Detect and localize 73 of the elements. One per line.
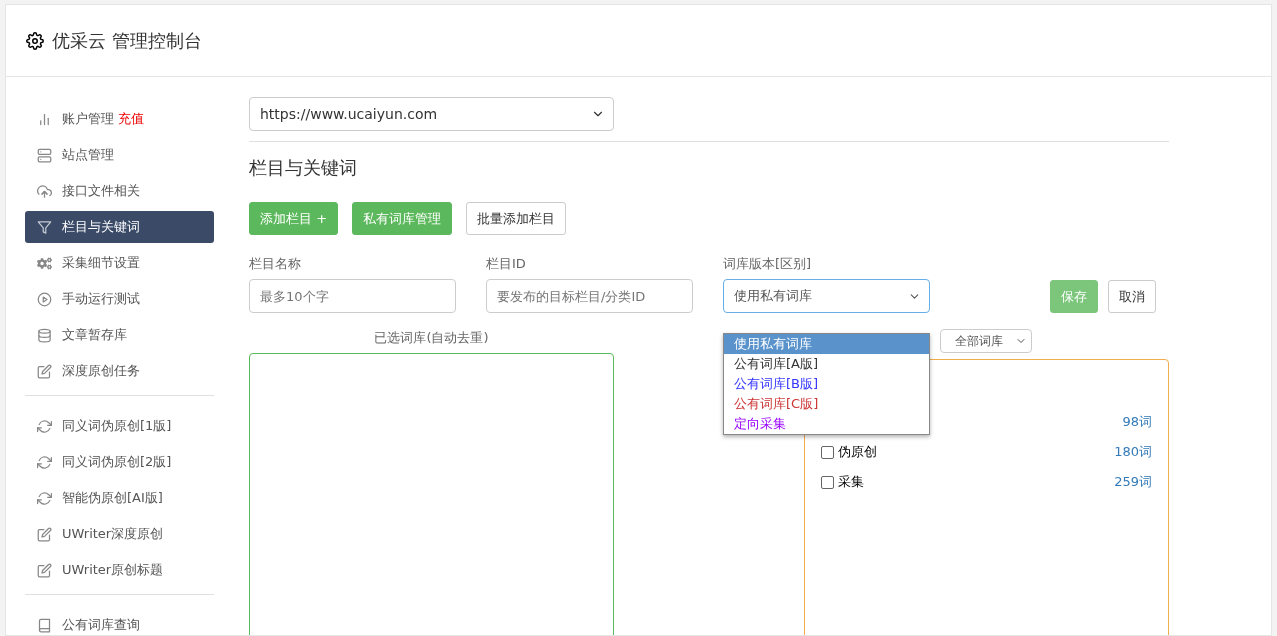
sidebar-item[interactable]: UWriter深度原创 — [25, 518, 214, 550]
edit-icon — [37, 562, 52, 578]
refresh-icon — [37, 490, 52, 506]
section-title: 栏目与关键词 — [249, 156, 358, 180]
sidebar-label: 手动运行测试 — [62, 290, 140, 308]
filter-icon — [37, 219, 52, 235]
sidebar-label: 站点管理 — [62, 146, 114, 164]
library-name: 伪原创 — [838, 443, 877, 461]
sidebar-label: 深度原创任务 — [62, 362, 140, 380]
field-label: 栏目ID — [486, 255, 527, 273]
dropdown-option[interactable]: 定向采集 — [724, 414, 929, 434]
cloud-upload-icon — [37, 183, 52, 199]
sidebar-label: 接口文件相关 — [62, 182, 140, 200]
dropdown-option[interactable]: 公有词库[C版] — [724, 394, 929, 414]
dropdown-option[interactable]: 公有词库[B版] — [724, 374, 929, 394]
refresh-icon — [37, 454, 52, 470]
bar-chart-icon — [37, 111, 52, 127]
sidebar-item[interactable]: 公有词库查询 — [25, 609, 214, 635]
recharge-link[interactable]: 充值 — [118, 110, 144, 128]
input-field[interactable]: 要发布的目标栏目/分类ID — [486, 279, 693, 313]
word-count: 98词 — [1122, 413, 1152, 431]
console-title: 优采云 管理控制台 — [52, 28, 202, 53]
option-text: 公有词库[A版] — [734, 356, 819, 371]
sidebar-item[interactable]: 文章暂存库 — [25, 319, 214, 351]
option-text: 使用私有词库 — [734, 336, 812, 351]
sidebar-item[interactable]: 站点管理 — [25, 139, 214, 171]
sidebar-item[interactable]: 账户管理 充值 — [25, 103, 214, 135]
site-select[interactable]: https://www.ucaiyun.com — [249, 97, 614, 131]
sidebar-item[interactable]: UWriter原创标题 — [25, 554, 214, 586]
selected-libraries-label: 已选词库(自动去重) — [374, 329, 489, 347]
book-icon — [37, 617, 52, 633]
sidebar-label: 公有词库查询 — [62, 616, 140, 634]
library-filter-select[interactable]: 全部词库 — [940, 329, 1032, 353]
library-checkbox[interactable] — [821, 445, 834, 459]
sidebar-label: 智能伪原创[AI版] — [62, 489, 163, 507]
option-text: 定向采集 — [734, 416, 786, 431]
word-count: 180词 — [1114, 443, 1152, 461]
input-field[interactable]: 最多10个字 — [249, 279, 456, 313]
field-label: 词库版本[区别] — [723, 255, 813, 273]
settings-icon — [26, 31, 44, 50]
sidebar-label: 同义词伪原创[1版] — [62, 417, 172, 435]
sidebar-label: UWriter原创标题 — [62, 561, 164, 579]
refresh-icon — [37, 418, 52, 434]
sidebar-item[interactable]: 深度原创任务 — [25, 355, 214, 387]
play-icon — [37, 291, 52, 307]
sidebar-label: 账户管理 — [62, 110, 114, 128]
option-text: 公有词库[C版] — [734, 396, 819, 411]
sidebar-item[interactable]: 同义词伪原创[1版] — [25, 410, 214, 442]
edit-icon — [37, 363, 52, 379]
library-name: 采集 — [838, 473, 864, 491]
database-icon — [37, 327, 52, 343]
sidebar-item[interactable]: 手动运行测试 — [25, 283, 214, 315]
option-text: 公有词库[B版] — [734, 376, 819, 391]
sidebar-item[interactable]: 同义词伪原创[2版] — [25, 446, 214, 478]
sidebar-label: UWriter深度原创 — [62, 525, 164, 543]
library-checkbox[interactable] — [821, 475, 834, 489]
sidebar-label: 文章暂存库 — [62, 326, 127, 344]
version-select[interactable]: 使用私有词库 — [723, 279, 930, 313]
word-count: 259词 — [1114, 473, 1152, 491]
server-icon — [37, 147, 52, 163]
sidebar-item[interactable]: 接口文件相关 — [25, 175, 214, 207]
sidebar-item[interactable]: 智能伪原创[AI版] — [25, 482, 214, 514]
edit-icon — [37, 526, 52, 542]
sidebar-label: 同义词伪原创[2版] — [62, 453, 172, 471]
sidebar-item[interactable]: 采集细节设置 — [25, 247, 214, 279]
gears-icon — [37, 255, 52, 271]
dropdown-option[interactable]: 公有词库[A版] — [724, 354, 929, 374]
cancel-button[interactable]: 取消 — [1108, 280, 1156, 313]
sidebar-label: 采集细节设置 — [62, 254, 140, 272]
field-label: 栏目名称 — [249, 255, 302, 273]
action-button[interactable]: 批量添加栏目 — [466, 202, 567, 235]
sidebar-label: 栏目与关键词 — [62, 218, 140, 236]
sidebar-item[interactable]: 栏目与关键词 — [25, 211, 214, 243]
